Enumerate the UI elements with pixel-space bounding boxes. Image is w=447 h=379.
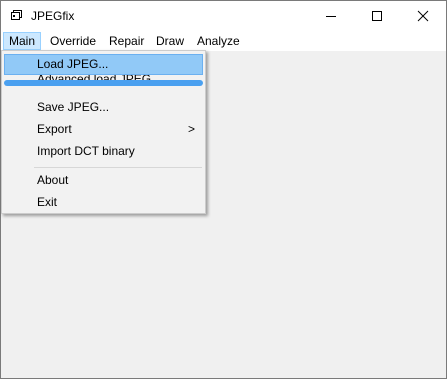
menu-item-about[interactable]: About [4, 170, 203, 191]
menu-bar: Main Override Repair Draw Analyze [1, 31, 446, 51]
menu-item-label: Export [37, 122, 72, 136]
minimize-button[interactable] [308, 1, 354, 31]
menu-item-save-jpeg[interactable]: Save JPEG... [4, 97, 203, 118]
render-glitch-bar [4, 80, 203, 86]
menu-item-export[interactable]: Export > [4, 119, 203, 140]
menu-repair[interactable]: Repair [103, 32, 150, 50]
menu-item-label: Save JPEG... [37, 100, 110, 114]
minimize-icon [326, 16, 336, 17]
menu-item-label: Load JPEG... [37, 57, 109, 71]
menu-item-label: About [37, 173, 69, 187]
app-window-icon [10, 9, 22, 21]
menu-item-label: Import DCT binary [37, 144, 135, 158]
maximize-button[interactable] [354, 1, 400, 31]
menu-main[interactable]: Main [3, 32, 42, 50]
menu-separator [34, 167, 202, 168]
menu-item-label: Exit [37, 195, 58, 209]
menu-override[interactable]: Override [44, 32, 102, 50]
menu-item-import-dct-binary[interactable]: Import DCT binary [4, 141, 203, 162]
main-menu-dropdown: Load JPEG... Advanced load JPEG... Save … [1, 50, 206, 214]
menu-draw[interactable]: Draw [150, 32, 190, 50]
menu-item-load-jpeg[interactable]: Load JPEG... [4, 54, 203, 75]
menu-analyze[interactable]: Analyze [191, 32, 246, 50]
close-icon [417, 10, 429, 22]
menu-item-exit[interactable]: Exit [4, 192, 203, 213]
submenu-arrow-icon: > [187, 122, 195, 136]
close-button[interactable] [400, 1, 446, 31]
maximize-icon [372, 11, 382, 21]
title-bar[interactable]: JPEGfix [1, 1, 446, 31]
window-title: JPEGfix [31, 9, 75, 23]
